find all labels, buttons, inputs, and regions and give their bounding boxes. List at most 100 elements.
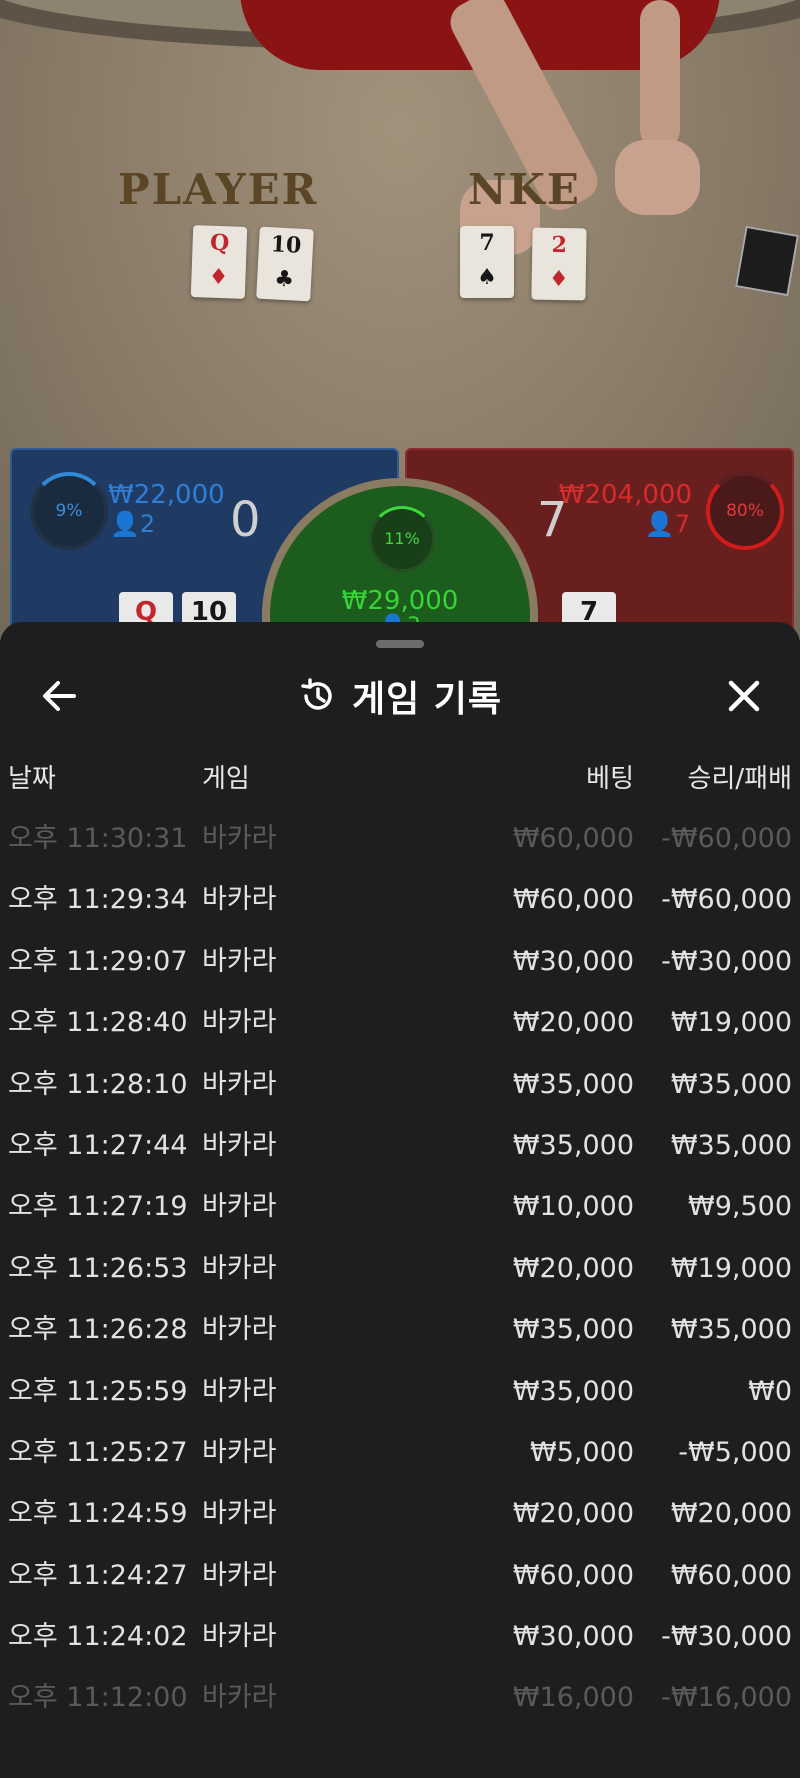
tie-bet-amount: ₩29,000 <box>341 586 459 616</box>
row-result: -₩60,000 <box>661 823 792 854</box>
row-bet: ₩60,000 <box>512 1559 634 1591</box>
banker-table-label: NKE <box>468 165 581 214</box>
row-game: 바카라 <box>202 1375 277 1407</box>
dealer-hand <box>615 140 700 215</box>
row-date: 오후 11:27:19 <box>8 1191 188 1223</box>
row-date: 오후 11:24:59 <box>8 1498 188 1530</box>
row-date: 오후 11:30:31 <box>8 823 188 854</box>
row-bet: ₩35,000 <box>512 1068 634 1100</box>
column-header-bet: 베팅 <box>586 764 634 794</box>
sheet-header: 게임 기록 <box>0 672 800 720</box>
row-date: 오후 11:25:27 <box>8 1436 188 1468</box>
table-row[interactable]: 오후 11:24:59 바카라 ₩20,000 ₩20,000 <box>0 1483 800 1544</box>
row-game: 바카라 <box>202 1252 277 1284</box>
page-title: 게임 기록 <box>351 679 502 720</box>
row-result: -₩60,000 <box>661 884 792 916</box>
row-game: 바카라 <box>202 1191 277 1223</box>
row-date: 오후 11:26:53 <box>8 1252 188 1284</box>
column-header-result: 승리/패배 <box>687 764 792 794</box>
row-result: ₩35,000 <box>670 1068 792 1100</box>
player-card-1: Q ♦ <box>190 225 248 299</box>
table-row[interactable]: 오후 11:25:59 바카라 ₩35,000 ₩0 <box>0 1361 800 1422</box>
player-table-label: PLAYER <box>118 165 319 214</box>
drag-handle[interactable] <box>376 640 424 648</box>
row-result: -₩30,000 <box>661 945 792 977</box>
row-result: ₩9,500 <box>688 1191 792 1223</box>
row-bet: ₩60,000 <box>512 823 634 854</box>
row-bet: ₩20,000 <box>512 1007 634 1039</box>
player-bet-amount: ₩22,000 <box>108 480 225 510</box>
table-row[interactable]: 오후 11:27:44 바카라 ₩35,000 ₩35,000 <box>0 1115 800 1176</box>
table-row[interactable]: 오후 11:24:02 바카라 ₩30,000 -₩30,000 <box>0 1606 800 1667</box>
row-game: 바카라 <box>202 1068 277 1100</box>
player-percent-ring: 9% <box>30 472 108 550</box>
dealer-arm <box>640 0 680 150</box>
row-game: 바카라 <box>202 1007 277 1039</box>
row-date: 오후 11:26:28 <box>8 1314 188 1346</box>
banker-card-1: 7 ♠ <box>460 226 514 298</box>
row-date: 오후 11:28:40 <box>8 1007 188 1039</box>
row-bet: ₩60,000 <box>512 884 634 916</box>
column-header-game: 게임 <box>202 764 250 794</box>
banker-card-2: 2 ♦ <box>531 227 587 301</box>
row-result: ₩35,000 <box>670 1129 792 1161</box>
banker-percent-ring: 80% <box>706 472 784 550</box>
row-result: ₩0 <box>748 1375 792 1407</box>
row-date: 오후 11:24:27 <box>8 1559 188 1591</box>
row-result: ₩35,000 <box>670 1314 792 1346</box>
row-result: ₩19,000 <box>670 1007 792 1039</box>
tie-percent-ring: 11% <box>369 506 435 572</box>
history-icon <box>301 678 332 710</box>
row-game: 바카라 <box>202 945 277 977</box>
row-bet: ₩30,000 <box>512 945 634 977</box>
row-game: 바카라 <box>202 1436 277 1468</box>
row-date: 오후 11:25:59 <box>8 1375 188 1407</box>
table-header: 날짜 게임 베팅 승리/패배 <box>0 758 800 798</box>
table-row[interactable]: 오후 11:30:31 바카라 ₩60,000 -₩60,000 <box>0 808 800 869</box>
row-result: -₩30,000 <box>661 1621 792 1653</box>
table-row[interactable]: 오후 11:28:10 바카라 ₩35,000 ₩35,000 <box>0 1054 800 1115</box>
row-bet: ₩35,000 <box>512 1129 634 1161</box>
row-result: -₩16,000 <box>661 1682 792 1714</box>
row-bet: ₩16,000 <box>512 1682 634 1714</box>
history-list[interactable]: 오후 11:30:31 바카라 ₩60,000 -₩60,000 오후 11:29:34… <box>0 808 800 1729</box>
player-bettor-count: 👤2 <box>110 510 156 538</box>
row-game: 바카라 <box>202 1129 277 1161</box>
player-card-2: 10 ♣ <box>256 226 314 302</box>
table-row[interactable]: 오후 11:26:28 바카라 ₩35,000 ₩35,000 <box>0 1299 800 1360</box>
row-bet: ₩35,000 <box>512 1314 634 1346</box>
row-result: ₩20,000 <box>670 1498 792 1530</box>
table-row[interactable]: 오후 11:29:34 바카라 ₩60,000 -₩60,000 <box>0 869 800 930</box>
row-bet: ₩30,000 <box>512 1621 634 1653</box>
close-button[interactable] <box>720 672 768 720</box>
person-icon: 👤 <box>644 510 675 538</box>
banker-bet-amount: ₩204,000 <box>558 480 692 510</box>
table-row[interactable]: 오후 11:28:40 바카라 ₩20,000 ₩19,000 <box>0 992 800 1053</box>
column-header-date: 날짜 <box>8 764 56 794</box>
row-game: 바카라 <box>202 1682 277 1714</box>
table-row[interactable]: 오후 11:25:27 바카라 ₩5,000 -₩5,000 <box>0 1422 800 1483</box>
row-bet: ₩35,000 <box>512 1375 634 1407</box>
table-row[interactable]: 오후 11:27:19 바카라 ₩10,000 ₩9,500 <box>0 1176 800 1237</box>
game-history-sheet: 게임 기록 날짜 게임 베팅 승리/패배 오후 11:30:31 바카라 ₩60,0… <box>0 622 800 1778</box>
row-bet: ₩20,000 <box>512 1252 634 1284</box>
table-row[interactable]: 오후 11:24:27 바카라 ₩60,000 ₩60,000 <box>0 1545 800 1606</box>
row-result: ₩19,000 <box>670 1252 792 1284</box>
table-row[interactable]: 오후 11:12:00 바카라 ₩16,000 -₩16,000 <box>0 1667 800 1728</box>
banker-score: 7 <box>537 492 568 548</box>
row-date: 오후 11:12:00 <box>8 1682 188 1714</box>
row-date: 오후 11:29:07 <box>8 945 188 977</box>
player-score: 0 <box>230 492 261 548</box>
row-date: 오후 11:24:02 <box>8 1621 188 1653</box>
close-icon <box>728 680 760 712</box>
table-row[interactable]: 오후 11:29:07 바카라 ₩30,000 -₩30,000 <box>0 931 800 992</box>
banker-bettor-count: 👤7 <box>644 510 690 538</box>
row-bet: ₩5,000 <box>530 1436 634 1468</box>
row-date: 오후 11:28:10 <box>8 1068 188 1100</box>
row-date: 오후 11:29:34 <box>8 884 188 916</box>
row-bet: ₩10,000 <box>512 1191 634 1223</box>
row-game: 바카라 <box>202 1559 277 1591</box>
table-row[interactable]: 오후 11:26:53 바카라 ₩20,000 ₩19,000 <box>0 1238 800 1299</box>
row-bet: ₩20,000 <box>512 1498 634 1530</box>
card-shoe <box>735 225 799 297</box>
